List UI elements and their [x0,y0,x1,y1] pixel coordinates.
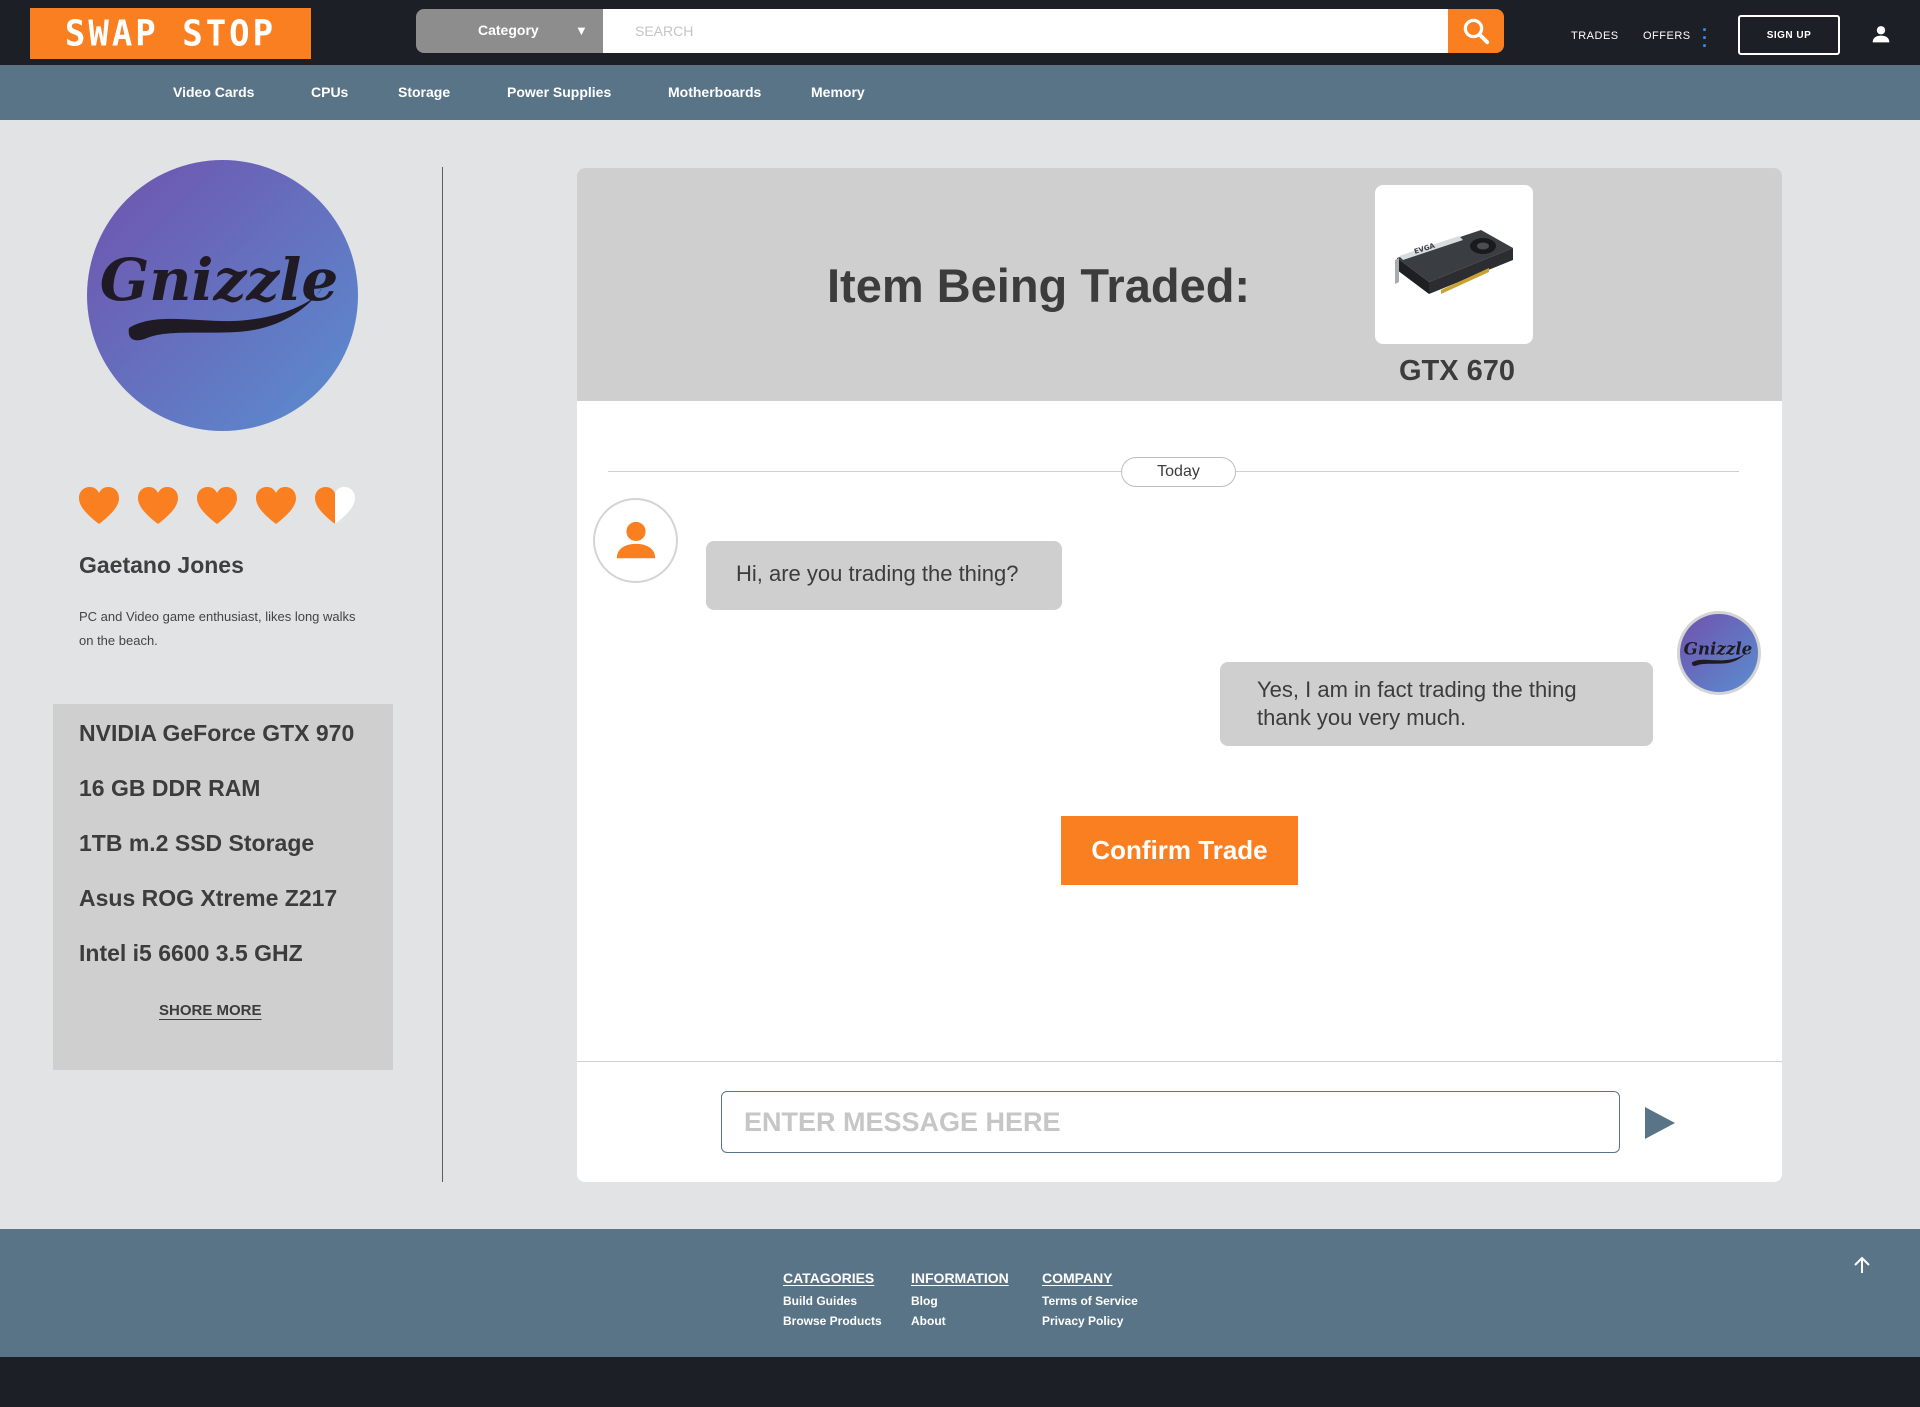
nav-trades-link[interactable]: TRADES [1571,30,1619,42]
half-heart-icon [315,487,355,524]
category-nav-storage[interactable]: Storage [398,84,450,100]
bottom-bar [0,1357,1920,1407]
spec-item: Intel i5 6600 3.5 GHZ [79,940,303,966]
chevron-down-icon: ▼ [575,23,588,38]
category-nav-motherboards[interactable]: Motherboards [668,84,761,100]
category-nav-memory[interactable]: Memory [811,84,865,100]
spec-item: NVIDIA GeForce GTX 970 [79,720,355,746]
footer-link-build-guides[interactable]: Build Guides [783,1291,882,1311]
date-label: Today [1121,457,1236,487]
footer-link-browse-products[interactable]: Browse Products [783,1311,882,1331]
send-icon[interactable] [1639,1103,1679,1143]
specs-list: NVIDIA GeForce GTX 970 16 GB DDR RAM 1TB… [53,704,393,1070]
footer-link-terms[interactable]: Terms of Service [1042,1291,1138,1311]
category-nav-cpus[interactable]: CPUs [311,84,348,100]
heart-icon [138,487,178,524]
item-thumbnail[interactable]: EVGA [1375,185,1533,344]
heart-icon [79,487,119,524]
message-incoming: Hi, are you trading the thing? [706,541,1062,610]
site-footer: CATAGORIES Build Guides Browse Products … [0,1229,1920,1357]
category-nav: Video Cards CPUs Storage Power Supplies … [0,65,1920,120]
profile-logo-graphic: Gnizzle [1684,638,1753,666]
message-input[interactable] [721,1091,1620,1153]
arrow-up-icon[interactable] [1852,1255,1872,1275]
user-icon [616,521,655,558]
profile-name: Gaetano Jones [79,552,244,578]
nav-offers-link[interactable]: OFFERS [1643,30,1691,42]
site-logo-text: SWAP STOP [64,12,277,55]
heart-icon [256,487,296,524]
item-name: GTX 670 [1399,355,1516,387]
trade-title: Item Being Traded: [827,259,1251,312]
other-user-avatar [593,498,678,583]
footer-column-information: INFORMATION Blog About [911,1270,1009,1331]
spec-item: Asus ROG Xtreme Z217 [79,885,338,911]
footer-link-blog[interactable]: Blog [911,1291,1009,1311]
footer-heading[interactable]: COMPANY [1042,1270,1138,1286]
graphics-card-image: EVGA [1395,229,1513,294]
category-dropdown[interactable]: Category ▼ [416,9,603,53]
footer-link-privacy[interactable]: Privacy Policy [1042,1311,1138,1331]
sidebar-divider [442,167,443,1182]
rating-hearts [79,487,355,524]
top-bar: SWAP STOP Category ▼ TRADES OFFERS ··· S… [0,0,1920,65]
chat-panel: Item Being Traded: EVGA GTX 670 Today Hi… [577,168,1782,1182]
footer-heading[interactable]: CATAGORIES [783,1270,882,1286]
trade-header: Item Being Traded: EVGA GTX 670 [577,168,1782,401]
composer-divider [577,1061,1782,1062]
search-icon [1463,18,1490,45]
profile-logo-text: Gnizzle [1684,638,1753,658]
message-outgoing: Yes, I am in fact trading the thing than… [1220,662,1653,746]
show-more-link[interactable]: SHORE MORE [159,1002,262,1019]
site-logo[interactable]: SWAP STOP [30,8,311,59]
more-vert-icon[interactable]: · · · [1702,21,1708,55]
spec-item: 1TB m.2 SSD Storage [79,830,315,856]
spec-item: 16 GB DDR RAM [79,775,261,801]
footer-column-categories: CATAGORIES Build Guides Browse Products [783,1270,882,1331]
category-label: Category [478,22,539,38]
profile-avatar: Gnizzle [87,160,358,431]
search-button[interactable] [1448,9,1504,53]
profile-logo-graphic: Gnizzle [100,246,339,341]
my-avatar: Gnizzle [1677,611,1761,695]
footer-link-about[interactable]: About [911,1311,1009,1331]
profile-logo-text: Gnizzle [100,246,339,314]
search-input[interactable] [603,9,1448,53]
confirm-trade-button[interactable]: Confirm Trade [1061,816,1298,885]
category-nav-video-cards[interactable]: Video Cards [173,84,254,100]
heart-icon [197,487,237,524]
footer-column-company: COMPANY Terms of Service Privacy Policy [1042,1270,1138,1331]
sign-up-button[interactable]: SIGN UP [1738,15,1840,55]
profile-bio: PC and Video game enthusiast, likes long… [79,609,356,648]
category-nav-power-supplies[interactable]: Power Supplies [507,84,611,100]
footer-heading[interactable]: INFORMATION [911,1270,1009,1286]
user-icon[interactable] [1871,24,1891,44]
